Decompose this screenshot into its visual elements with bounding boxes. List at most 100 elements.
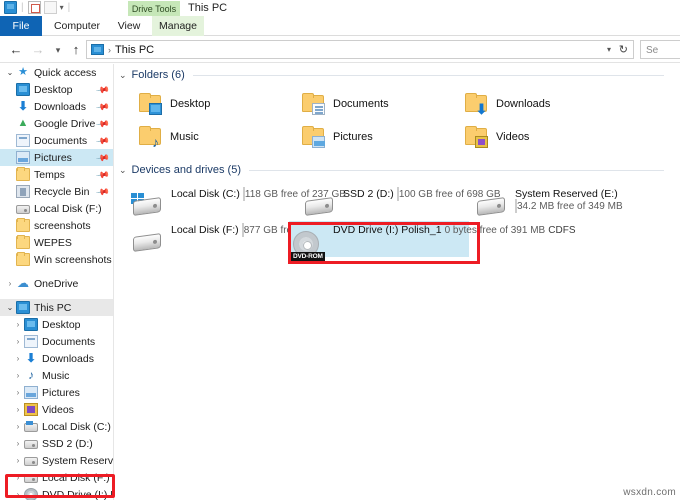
dvd-drive-icon: DVD-ROM [291,229,327,261]
group-header-folders[interactable]: ⌄ Folders (6) [119,69,664,81]
sidebar-item-wepes[interactable]: WEPES [0,234,113,251]
sidebar-item-desktop[interactable]: Desktop 📌 [0,81,113,98]
drive-name: System Reserved (E:) [515,188,618,200]
pin-icon[interactable]: 📌 [95,168,110,183]
tab-file[interactable]: File [0,16,42,36]
folder-tile-label: Videos [496,131,530,143]
chevron-down-icon[interactable]: ⌄ [4,68,16,77]
drive-icon [24,440,38,449]
chevron-right-icon[interactable]: › [12,354,24,363]
chevron-down-icon[interactable]: ▾ [607,45,611,54]
folder-tile-documents[interactable]: Documents [300,92,389,116]
folder-icon [16,235,30,249]
folder-tile-label: Desktop [170,98,211,110]
sidebar-item-temps[interactable]: Temps 📌 [0,166,113,183]
new-folder-icon[interactable] [43,1,57,14]
sidebar-item-label: Desktop [42,318,81,331]
sidebar-group-this-pc[interactable]: ⌄ This PC [0,299,113,316]
tab-view[interactable]: View [110,16,148,36]
sidebar-item-downloads[interactable]: ⬇ Downloads 📌 [0,98,113,115]
this-pc-icon[interactable] [4,1,17,14]
recent-locations-caret-icon[interactable]: ▾ [50,42,66,58]
sidebar-group-label: Quick access [34,66,97,79]
chevron-right-icon[interactable]: › [12,337,24,346]
sidebar-item-dvd-drive-i[interactable]: › DVD Drive (I:) Polish [0,486,113,500]
folder-tile-music[interactable]: ♪ Music [137,125,199,149]
desktop-icon [16,83,30,96]
sidebar-item-pc-desktop[interactable]: › Desktop [0,316,113,333]
tab-manage[interactable]: Manage [152,16,204,36]
forward-arrow-icon[interactable]: → [30,42,46,58]
drive-tile-dvd-drive-i[interactable]: DVD-ROM DVD Drive (I:) Polish_1 0 bytes … [291,222,576,261]
sidebar-item-ssd-2-d[interactable]: › SSD 2 (D:) [0,435,113,452]
pin-icon[interactable]: 📌 [95,185,110,200]
refresh-icon[interactable]: ↻ [619,43,628,56]
sidebar-item-documents[interactable]: Documents 📌 [0,132,113,149]
folder-tile-label: Pictures [333,131,373,143]
sidebar-group-quick-access[interactable]: ⌄ ★ Quick access [0,64,113,81]
folder-tile-desktop[interactable]: Desktop [137,92,210,116]
chevron-right-icon[interactable]: › [12,456,24,465]
chevron-right-icon[interactable]: › [12,473,24,482]
drive-tile-ssd-2-d[interactable]: SSD 2 (D:) 100 GB free of 698 GB [303,186,501,223]
sidebar-group-onedrive[interactable]: › ☁ OneDrive [0,275,113,292]
customize-caret-icon[interactable]: ▾ [60,1,64,14]
chevron-right-icon[interactable]: › [12,439,24,448]
chevron-down-icon[interactable]: ⌄ [119,165,127,176]
sidebar-item-pc-videos[interactable]: › Videos [0,401,113,418]
drive-tile-system-reserved-e[interactable]: System Reserved (E:) 34.2 MB free of 349… [475,186,680,223]
chevron-right-icon[interactable]: › [12,388,24,397]
content-pane[interactable]: ⌄ Folders (6) Desktop Documents ⬇ Downlo… [115,64,680,500]
sidebar-item-label: Downloads [42,352,94,365]
onedrive-icon: ☁ [17,276,29,290]
chevron-right-icon[interactable]: › [12,320,24,329]
sidebar-item-screenshots[interactable]: screenshots [0,217,113,234]
sidebar-item-pc-documents[interactable]: › Documents [0,333,113,350]
tab-computer[interactable]: Computer [46,16,108,36]
path-breadcrumb-box[interactable]: › This PC ▾ ↻ [86,40,634,59]
chevron-down-icon[interactable]: ⌄ [4,303,16,312]
chevron-right-icon[interactable]: › [12,490,24,499]
sidebar-item-local-disk-f[interactable]: › Local Disk (F:) [0,469,113,486]
this-pc-icon [16,301,30,314]
downloads-icon: ⬇ [17,99,29,113]
pin-icon[interactable]: 📌 [95,117,110,132]
chevron-right-icon[interactable]: › [12,371,24,380]
group-header-devices-and-drives[interactable]: ⌄ Devices and drives (5) [119,164,664,176]
drive-icon [303,193,337,223]
properties-icon[interactable] [27,1,41,14]
sidebar-item-label: DVD Drive (I:) Polish [42,488,113,500]
pin-icon[interactable]: 📌 [95,83,110,98]
sidebar-item-pc-music[interactable]: › ♪ Music [0,367,113,384]
search-input[interactable]: Se [640,40,680,59]
sidebar-item-system-reserved-e[interactable]: › System Reserved (E: [0,452,113,469]
sidebar-item-label: Pictures [42,386,80,399]
sidebar-item-pc-downloads[interactable]: › ⬇ Downloads [0,350,113,367]
folder-tile-pictures[interactable]: Pictures [300,125,373,149]
back-arrow-icon[interactable]: ← [8,42,24,58]
drive-name: Local Disk (C:) [171,188,240,200]
sidebar-item-pc-pictures[interactable]: › Pictures [0,384,113,401]
chevron-right-icon[interactable]: › [12,405,24,414]
sidebar-item-pictures[interactable]: Pictures 📌 [0,149,113,166]
capacity-bar [396,187,399,201]
breadcrumb-current[interactable]: This PC [115,44,154,56]
chevron-right-icon[interactable]: › [12,422,24,431]
sidebar-item-local-disk-c[interactable]: › Local Disk (C:) [0,418,113,435]
sidebar-item-google-drive[interactable]: ▲ Google Drive 📌 [0,115,113,132]
folder-tile-videos[interactable]: Videos [463,125,529,149]
sidebar-item-recycle-bin[interactable]: Recycle Bin 📌 [0,183,113,200]
pin-icon[interactable]: 📌 [95,134,110,149]
sidebar-item-win-screenshots[interactable]: Win screenshots [0,251,113,268]
capacity-bar [242,187,245,201]
chevron-right-icon[interactable]: › [4,279,16,288]
up-arrow-icon[interactable]: ↑ [68,42,84,58]
downloads-icon: ⬇ [25,351,37,365]
navigation-pane[interactable]: ⌄ ★ Quick access Desktop 📌 ⬇ Downloads 📌… [0,64,114,500]
chevron-down-icon[interactable]: ⌄ [119,70,127,81]
drive-name: SSD 2 (D:) [343,188,394,200]
pin-icon[interactable]: 📌 [95,151,110,166]
pin-icon[interactable]: 📌 [95,100,110,115]
folder-tile-downloads[interactable]: ⬇ Downloads [463,92,550,116]
sidebar-item-local-disk-f-qa[interactable]: Local Disk (F:) [0,200,113,217]
